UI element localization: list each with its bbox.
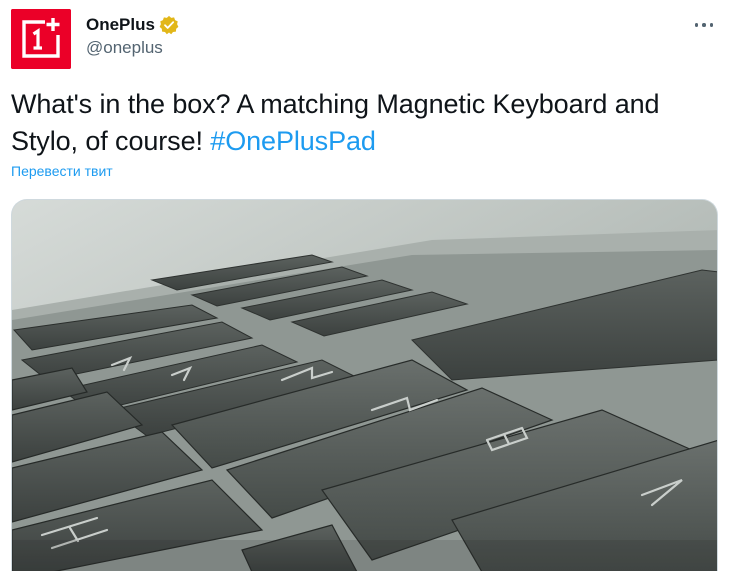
translate-tweet-link[interactable]: Перевести твит [11, 163, 113, 179]
verified-badge-icon [159, 15, 179, 35]
avatar[interactable] [11, 9, 71, 69]
more-options-icon[interactable] [687, 14, 721, 36]
tweet-media-image[interactable] [11, 199, 718, 571]
author-display-name[interactable]: OnePlus [86, 15, 155, 35]
hashtag-link[interactable]: #OnePlusPad [210, 126, 376, 156]
author-name-row[interactable]: OnePlus [86, 14, 179, 36]
tweet: OnePlus @oneplus What's in the box? A ma… [0, 0, 733, 571]
oneplus-logo-icon [11, 9, 71, 69]
keyboard-keys-photo [12, 200, 717, 571]
author-handle[interactable]: @oneplus [86, 38, 163, 58]
tweet-text: What's in the box? A matching Magnetic K… [11, 86, 711, 160]
